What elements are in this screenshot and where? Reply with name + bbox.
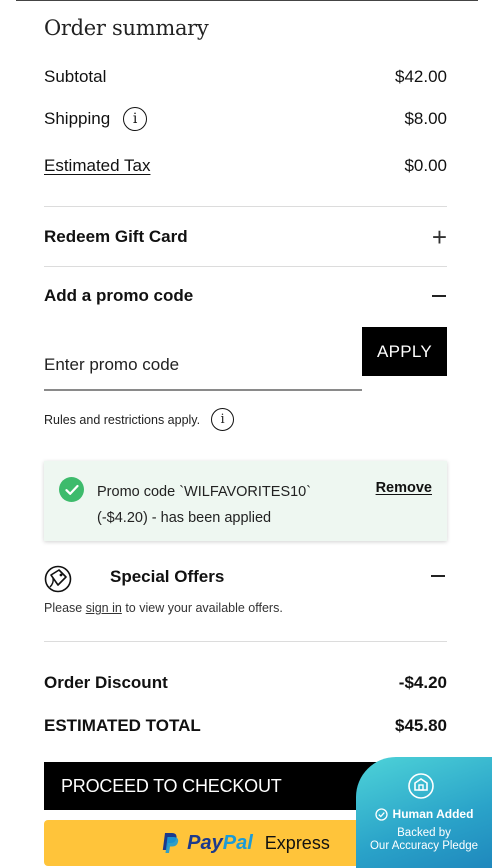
badge-check-icon — [374, 807, 388, 821]
special-offers-title: Special Offers — [110, 567, 225, 586]
apply-button[interactable]: APPLY — [362, 327, 447, 376]
promo-code-input[interactable] — [44, 340, 362, 391]
estimated-tax-link[interactable]: Estimated Tax — [44, 156, 150, 176]
estimated-total-row: ESTIMATED TOTAL $45.80 — [44, 716, 447, 736]
plus-icon[interactable]: + — [432, 224, 447, 250]
special-offers-note: Please sign in to view your available of… — [44, 601, 283, 615]
shipping-label-group: Shipping i — [44, 107, 148, 131]
offers-note-before: Please — [44, 601, 86, 615]
badge-line1-text: Human Added — [392, 807, 474, 821]
badge-logo — [406, 771, 436, 801]
accuracy-pledge-badge[interactable]: Human Added Backed by Our Accuracy Pledg… — [356, 757, 492, 868]
promo-applied-text: Promo code `WILFAVORITES10` (-$4.20) - h… — [97, 479, 311, 531]
special-offers-collapse-icon[interactable] — [431, 575, 445, 577]
promo-code-label: Add a promo code — [44, 286, 194, 305]
tax-row: Estimated Tax $0.00 — [44, 156, 447, 176]
paypal-pal-text: Pal — [222, 831, 253, 854]
order-discount-row: Order Discount -$4.20 — [44, 673, 447, 693]
divider — [44, 266, 447, 267]
rules-info-icon[interactable]: i — [211, 408, 235, 431]
minus-icon[interactable] — [432, 295, 446, 297]
order-discount-value: -$4.20 — [398, 673, 447, 692]
order-discount-label: Order Discount — [44, 673, 168, 692]
divider — [44, 641, 447, 642]
top-border — [16, 0, 478, 1]
badge-line2a: Backed by — [397, 827, 451, 839]
estimated-total-label: ESTIMATED TOTAL — [44, 716, 201, 735]
promo-applied-line1: Promo code `WILFAVORITES10` — [97, 484, 312, 500]
gift-card-toggle[interactable]: Redeem Gift Card + — [44, 224, 447, 250]
sign-in-link[interactable]: sign in — [86, 601, 122, 615]
shipping-value: $8.00 — [404, 109, 447, 128]
promo-applied-line2: (-$4.20) - has been applied — [97, 510, 272, 526]
paypal-logo — [161, 832, 179, 854]
subtotal-row: Subtotal $42.00 — [44, 67, 447, 87]
subtotal-label: Subtotal — [44, 67, 107, 86]
badge-human-added: Human Added — [356, 807, 492, 821]
shipping-row: Shipping i $8.00 — [44, 107, 447, 131]
shipping-label: Shipping — [44, 109, 111, 128]
order-summary-title: Order summary — [44, 16, 209, 40]
subtotal-value: $42.00 — [395, 67, 447, 86]
rules-text: Rules and restrictions apply. — [44, 412, 201, 427]
paypal-pay-text: Pay — [187, 831, 223, 854]
promo-code-toggle[interactable]: Add a promo code — [44, 286, 447, 306]
badge-line2b: Our Accuracy Pledge — [369, 840, 479, 852]
shipping-info-icon[interactable]: i — [123, 107, 148, 131]
paypal-express-text: Express — [264, 832, 330, 853]
promo-applied-notice: Promo code `WILFAVORITES10` (-$4.20) - h… — [44, 461, 447, 541]
estimated-total-value: $45.80 — [395, 716, 447, 735]
tax-value: $0.00 — [404, 156, 447, 175]
remove-promo-link[interactable]: Remove — [376, 480, 432, 496]
offers-note-after: to view your available offers. — [121, 601, 283, 615]
gift-card-label: Redeem Gift Card — [44, 227, 188, 246]
tag-icon — [44, 565, 72, 593]
check-icon — [59, 477, 84, 502]
divider — [44, 206, 447, 207]
promo-rules: Rules and restrictions apply. i — [44, 408, 235, 431]
badge-pledge-text: Backed by Our Accuracy Pledge — [356, 827, 492, 853]
